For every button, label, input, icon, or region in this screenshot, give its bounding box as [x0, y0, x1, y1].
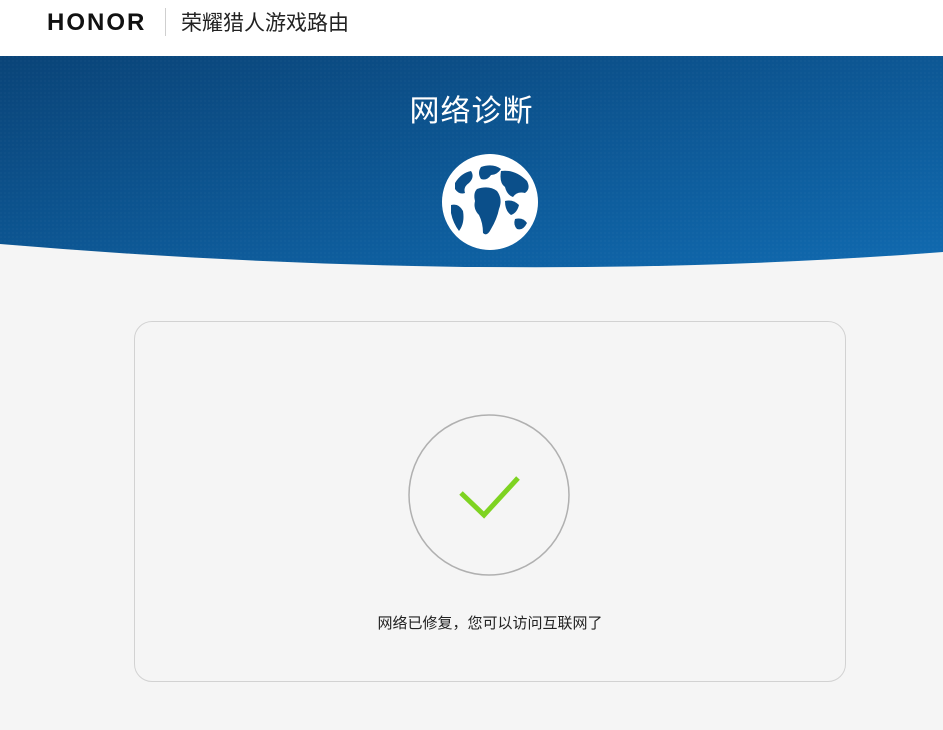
diagnosis-result-card: 网络已修复，您可以访问互联网了 — [134, 321, 846, 682]
brand-divider — [165, 8, 166, 36]
check-icon — [408, 414, 570, 576]
diagnosis-banner: 网络诊断 — [0, 56, 943, 271]
top-bar: HONOR 荣耀猎人游戏路由 — [0, 0, 943, 56]
page-title: 网络诊断 — [409, 94, 534, 129]
product-name: 荣耀猎人游戏路由 — [181, 11, 349, 35]
honor-logo[interactable]: HONOR — [47, 8, 146, 38]
globe-icon — [442, 154, 538, 250]
status-message: 网络已修复，您可以访问互联网了 — [377, 614, 603, 632]
